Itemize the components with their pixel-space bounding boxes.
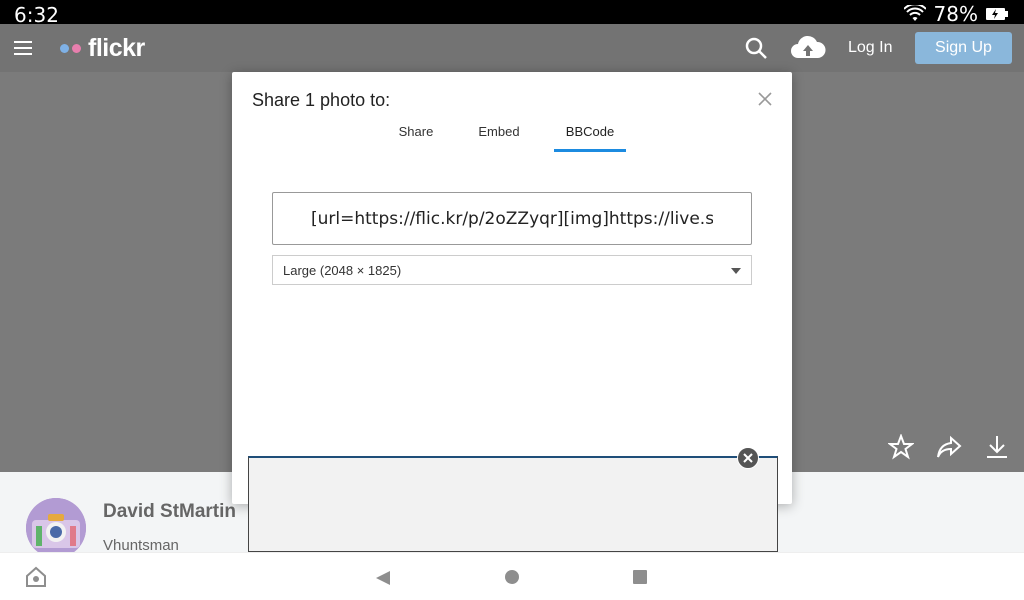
photo-actions [888, 434, 1010, 460]
avatar[interactable] [26, 498, 86, 558]
tab-embed[interactable]: Embed [472, 124, 526, 152]
back-icon[interactable] [374, 569, 392, 587]
menu-icon[interactable] [14, 41, 32, 55]
top-header: flickr Log In Sign Up [0, 24, 1024, 72]
login-link[interactable]: Log In [848, 39, 892, 57]
status-bar: 6:32 78% [0, 0, 1024, 27]
navigation-bar [0, 552, 1024, 600]
battery-charging-icon [986, 8, 1008, 20]
close-icon [743, 453, 753, 463]
recents-icon[interactable] [633, 570, 647, 584]
logo-blue-dot [60, 44, 69, 53]
size-select[interactable]: Large (2048 × 1825) [272, 255, 752, 285]
logo-pink-dot [72, 44, 81, 53]
ad-panel [248, 456, 778, 552]
status-right: 78% [903, 2, 1008, 26]
author-name[interactable]: David StMartin [103, 501, 236, 523]
size-select-value: Large (2048 × 1825) [283, 263, 402, 278]
logo-text: flickr [88, 34, 145, 62]
signup-button[interactable]: Sign Up [915, 32, 1012, 64]
wifi-icon [903, 5, 926, 21]
tab-share[interactable]: Share [392, 124, 440, 152]
battery-percent: 78% [933, 2, 978, 26]
flickr-logo[interactable]: flickr [60, 34, 145, 63]
chevron-down-icon [731, 268, 741, 274]
tab-bbcode[interactable]: BBCode [554, 124, 626, 152]
download-icon[interactable] [984, 434, 1010, 460]
ad-close-button[interactable] [737, 447, 759, 469]
cloud-upload-icon[interactable] [790, 34, 826, 62]
home-launcher-icon[interactable] [24, 565, 48, 589]
share-tabs: Share Embed BBCode [232, 124, 792, 152]
home-icon[interactable] [505, 570, 519, 584]
star-icon[interactable] [888, 434, 914, 460]
share-modal: Share 1 photo to: Share Embed BBCode Lar… [232, 72, 792, 504]
share-arrow-icon[interactable] [936, 434, 962, 460]
close-icon[interactable] [756, 90, 774, 108]
modal-title: Share 1 photo to: [252, 90, 391, 110]
bbcode-field [272, 192, 752, 245]
bbcode-input[interactable] [273, 193, 751, 244]
camera-avatar-icon [26, 498, 86, 558]
search-icon[interactable] [744, 36, 768, 60]
